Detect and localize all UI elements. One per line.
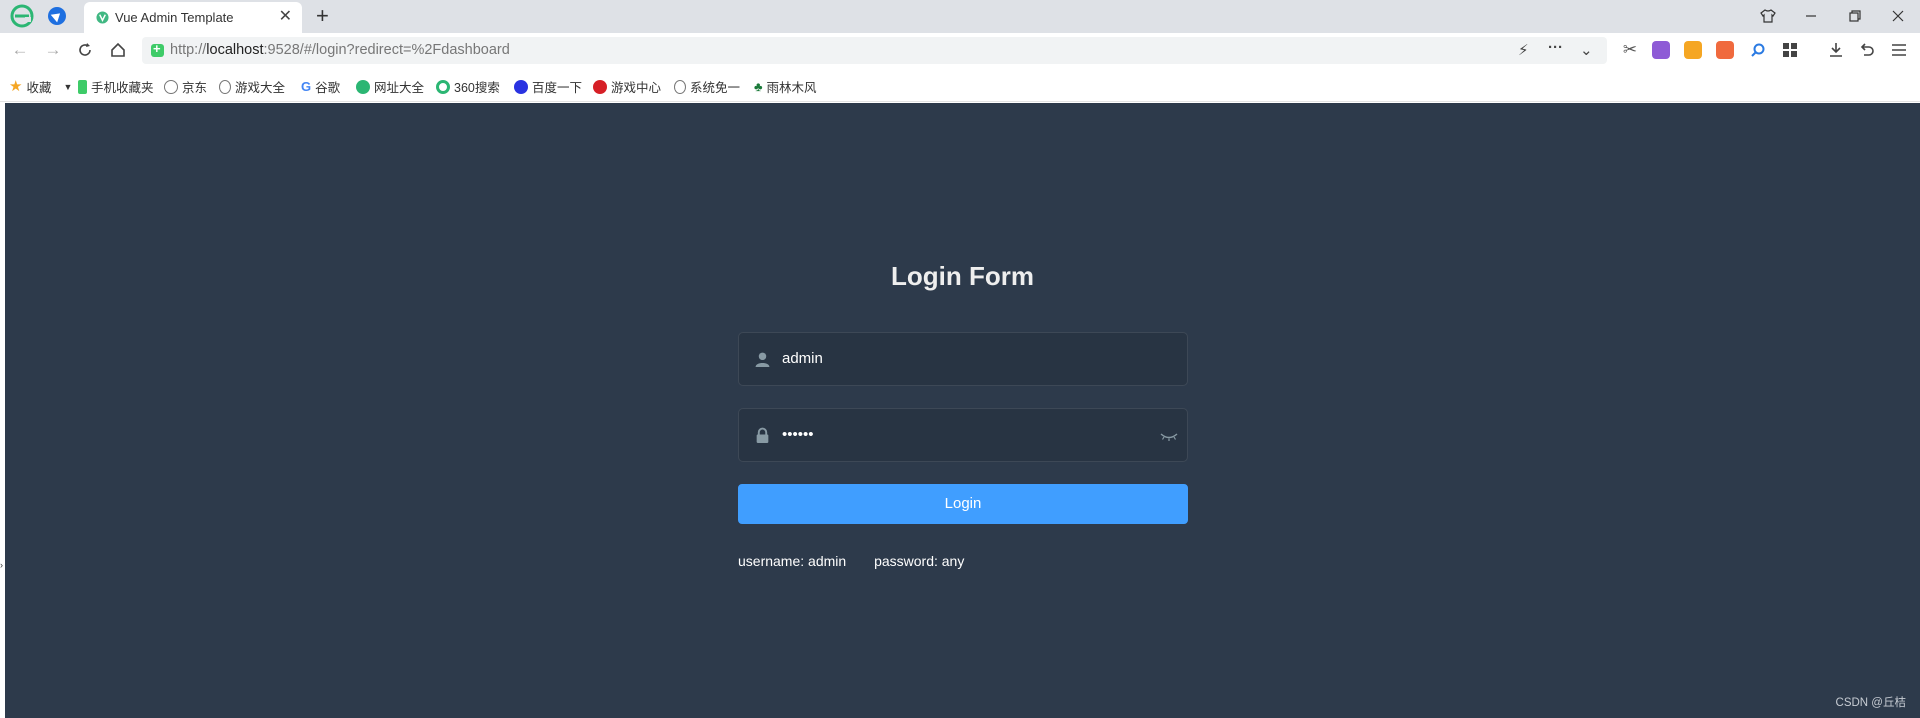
bookmark-label: 游戏大全 <box>234 81 285 95</box>
lightning-icon[interactable]: ⚡ <box>1518 41 1529 59</box>
menu-icon[interactable] <box>1888 39 1910 61</box>
username-tip: username: admin <box>738 553 847 569</box>
bookmark-label: 京东 <box>182 81 208 95</box>
bookmark-label: 百度一下 <box>532 81 583 95</box>
url-scheme: http:// <box>170 42 207 58</box>
bookmark-label: 雨林木风 <box>766 81 817 95</box>
close-window-icon[interactable] <box>1886 4 1910 28</box>
phone-icon <box>78 79 87 94</box>
star-icon: ★ <box>9 77 23 95</box>
vue-favicon-icon <box>96 11 109 24</box>
url-host: localhost <box>206 42 264 58</box>
watermark-text: CSDN @丘桔 <box>1835 697 1906 709</box>
username-input[interactable] <box>782 333 1142 385</box>
bookmark-label: 手机收藏夹 <box>91 81 154 95</box>
download-icon[interactable] <box>1825 39 1847 61</box>
pinned-tab-icon[interactable] <box>48 7 66 25</box>
lock-icon <box>756 427 769 443</box>
bookmark-label: 360搜索 <box>454 81 500 95</box>
translate-extension-icon[interactable] <box>1652 41 1670 59</box>
browser-tab-strip: Vue Admin Template ✕ + <box>0 0 1920 33</box>
search-extension-icon[interactable] <box>1747 39 1769 61</box>
globe-icon <box>219 79 231 94</box>
caret-down-icon[interactable]: ▼ <box>63 82 72 92</box>
new-tab-button[interactable]: + <box>316 3 329 29</box>
url-path: :9528/#/login?redirect=%2Fdashboard <box>263 42 510 58</box>
navigation-bar: ← → http://localhost:9528/#/login?redire… <box>0 33 1920 68</box>
bookmarks-bar: ★ 收藏 ▼ 手机收藏夹 京东 游戏大全 G 谷歌 网址大全 360搜索 百度一… <box>0 68 1920 102</box>
password-input[interactable]: •••••• <box>782 409 1142 461</box>
url-text[interactable]: http://localhost:9528/#/login?redirect=%… <box>170 42 510 58</box>
game-extension-icon[interactable] <box>1716 41 1734 59</box>
bookmark-item[interactable]: 游戏中心 <box>593 77 661 96</box>
left-edge-marker-icon: › <box>0 560 3 570</box>
secure-shield-icon <box>151 41 164 57</box>
tab-title: Vue Admin Template <box>115 10 234 25</box>
game-icon <box>593 79 607 94</box>
login-tips: username: admin password: any <box>738 553 964 569</box>
undo-icon[interactable] <box>1856 39 1878 61</box>
reload-icon[interactable] <box>74 39 96 61</box>
bookmark-item[interactable]: 百度一下 <box>514 77 582 96</box>
username-field[interactable] <box>738 332 1188 386</box>
back-arrow-icon[interactable]: ← <box>9 39 31 61</box>
user-icon <box>755 352 770 367</box>
login-button[interactable]: Login <box>738 484 1188 524</box>
bookmark-item[interactable]: 京东 <box>164 77 207 96</box>
bookmark-favorites[interactable]: ★ 收藏 ▼ <box>9 77 72 96</box>
bookmark-label: 网址大全 <box>374 81 425 95</box>
globe-icon <box>674 79 686 94</box>
bookmark-item[interactable]: ♣ 雨林木风 <box>754 77 822 96</box>
scissors-icon[interactable]: ✂ <box>1619 39 1641 61</box>
forward-arrow-icon[interactable]: → <box>42 39 64 61</box>
bookmark-item[interactable]: 系统免一 <box>674 77 740 96</box>
bookmark-label: 收藏 <box>26 81 52 95</box>
password-field[interactable]: •••••• <box>738 408 1188 462</box>
bookmark-item[interactable]: G 谷歌 <box>301 77 340 96</box>
more-dots-icon[interactable]: ··· <box>1548 39 1563 56</box>
bookmark-item[interactable]: 游戏大全 <box>219 77 285 96</box>
chevron-down-icon[interactable]: ⌄ <box>1580 41 1593 59</box>
shield-extension-icon[interactable] <box>1684 41 1702 59</box>
eye-closed-icon[interactable] <box>1159 429 1179 443</box>
baidu-icon <box>514 79 528 94</box>
site-icon <box>356 79 370 94</box>
bookmark-label: 系统免一 <box>689 81 740 95</box>
bookmark-item[interactable]: 网址大全 <box>356 77 424 96</box>
bookmark-label: 谷歌 <box>315 81 341 95</box>
page-title: Login Form <box>891 261 1034 291</box>
tree-icon: ♣ <box>754 78 763 94</box>
bookmark-item[interactable]: 手机收藏夹 <box>78 77 154 96</box>
active-tab[interactable]: Vue Admin Template ✕ <box>84 2 302 33</box>
password-tip: password: any <box>874 553 965 569</box>
apps-grid-icon[interactable] <box>1779 39 1801 61</box>
tab-close-button[interactable]: ✕ <box>279 7 292 27</box>
restore-icon[interactable] <box>1843 4 1867 28</box>
home-icon[interactable] <box>107 39 129 61</box>
browser-logo-icon[interactable] <box>10 4 34 28</box>
address-bar[interactable]: http://localhost:9528/#/login?redirect=%… <box>142 37 1607 64</box>
minimize-icon[interactable] <box>1799 4 1823 28</box>
bookmark-label: 游戏中心 <box>611 81 662 95</box>
globe-icon <box>164 79 178 94</box>
skin-shirt-icon[interactable] <box>1756 4 1780 28</box>
login-page: Login Form •••••• Login username: admin … <box>5 103 1920 718</box>
google-icon: G <box>301 78 312 94</box>
360-icon <box>436 79 450 94</box>
bookmark-item[interactable]: 360搜索 <box>436 77 500 96</box>
